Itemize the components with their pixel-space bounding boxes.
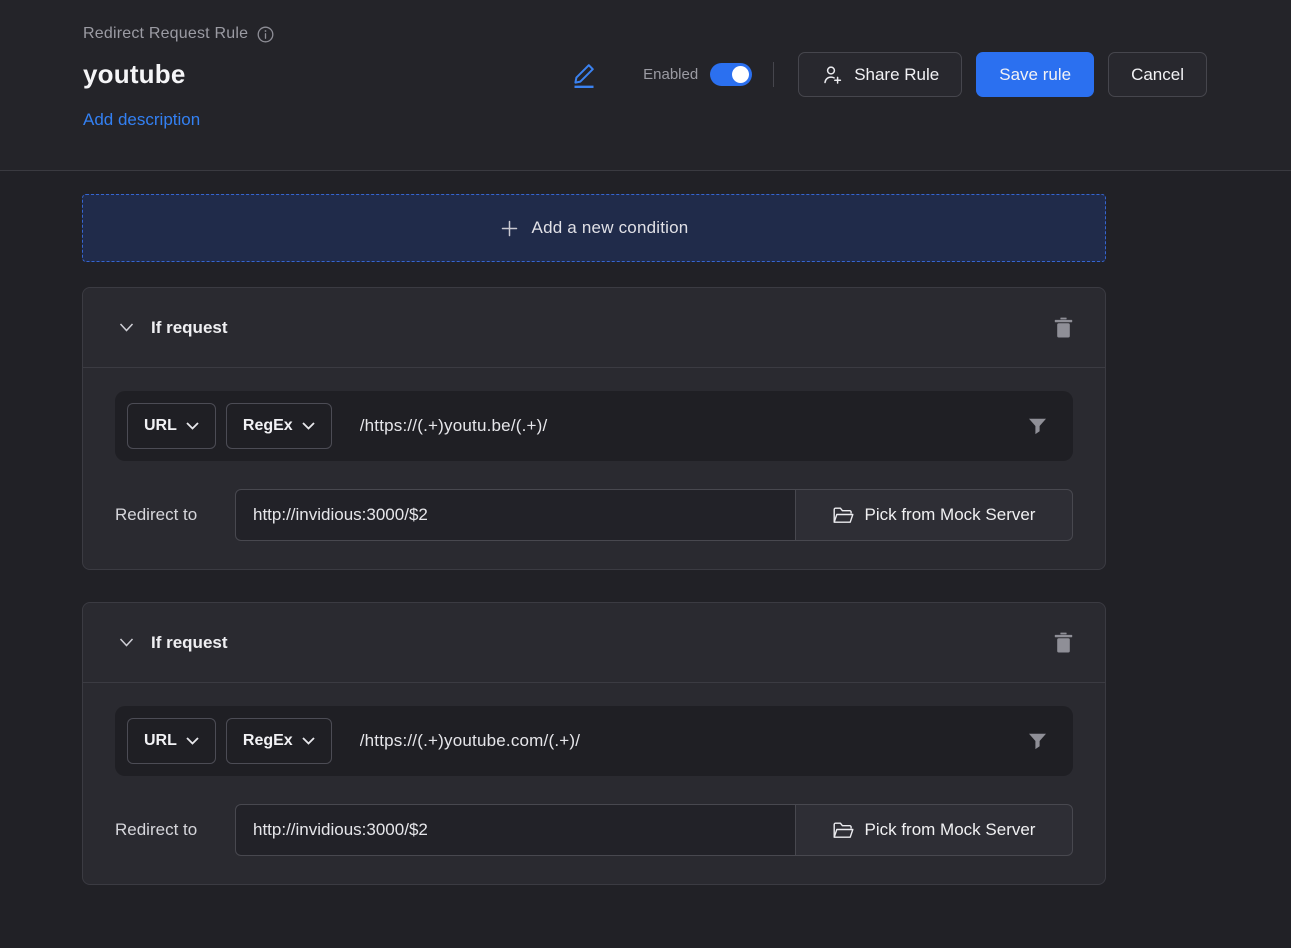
source-value-input[interactable] (360, 731, 1016, 751)
condition-card-header: If request (83, 603, 1105, 683)
chevron-down-icon (186, 737, 199, 745)
folder-open-icon (833, 507, 854, 524)
rule-editor-page: Redirect Request Rule youtube Enable (0, 0, 1291, 885)
destination-url-input[interactable] (235, 804, 796, 856)
destination-group: Pick from Mock Server (235, 489, 1073, 541)
cancel-button[interactable]: Cancel (1108, 52, 1207, 97)
pick-mock-server-label: Pick from Mock Server (865, 820, 1036, 840)
share-rule-label: Share Rule (854, 65, 939, 85)
header-vertical-divider (773, 62, 774, 87)
user-add-icon (821, 64, 843, 86)
redirect-destination-row: Redirect to Pick from Mock Server (115, 489, 1073, 541)
rule-conditions-area: Add a new condition If request (0, 171, 1291, 885)
rule-editor-header: Redirect Request Rule youtube Enable (0, 0, 1291, 171)
source-key-select[interactable]: URL (127, 403, 216, 449)
edit-pencil-icon[interactable] (571, 61, 597, 89)
delete-condition-icon[interactable] (1054, 632, 1073, 653)
if-request-label: If request (151, 318, 228, 338)
plus-icon (500, 219, 519, 238)
condition-card-body: URL RegEx Redirect to (83, 368, 1105, 569)
condition-card-header: If request (83, 288, 1105, 368)
destination-group: Pick from Mock Server (235, 804, 1073, 856)
condition-card-body: URL RegEx Redirect to (83, 683, 1105, 884)
source-filter-icon[interactable] (1028, 733, 1047, 750)
collapse-chevron-icon[interactable] (119, 638, 134, 647)
save-rule-button[interactable]: Save rule (976, 52, 1094, 97)
source-operator-value: RegEx (243, 732, 293, 750)
rule-type-label: Redirect Request Rule (83, 25, 248, 43)
pick-mock-server-button[interactable]: Pick from Mock Server (795, 804, 1073, 856)
destination-url-input[interactable] (235, 489, 796, 541)
add-description-link[interactable]: Add description (83, 110, 200, 130)
source-operator-select[interactable]: RegEx (226, 403, 332, 449)
info-icon[interactable] (257, 26, 274, 43)
delete-condition-icon[interactable] (1054, 317, 1073, 338)
redirect-to-label: Redirect to (115, 505, 235, 525)
share-rule-button[interactable]: Share Rule (798, 52, 962, 97)
pick-mock-server-button[interactable]: Pick from Mock Server (795, 489, 1073, 541)
source-value-input[interactable] (360, 416, 1016, 436)
redirect-destination-row: Redirect to Pick from Mock Server (115, 804, 1073, 856)
if-request-label: If request (151, 633, 228, 653)
pick-mock-server-label: Pick from Mock Server (865, 505, 1036, 525)
save-rule-label: Save rule (999, 65, 1071, 85)
add-condition-button[interactable]: Add a new condition (82, 194, 1106, 262)
condition-card-2: If request URL RegEx (82, 602, 1106, 885)
add-condition-label: Add a new condition (532, 218, 689, 238)
source-key-select[interactable]: URL (127, 718, 216, 764)
chevron-down-icon (302, 422, 315, 430)
source-operator-select[interactable]: RegEx (226, 718, 332, 764)
chevron-down-icon (302, 737, 315, 745)
condition-card-1: If request URL RegEx (82, 287, 1106, 570)
rule-type-row: Redirect Request Rule (83, 25, 1207, 43)
cancel-label: Cancel (1131, 65, 1184, 85)
enabled-toggle[interactable] (710, 63, 752, 86)
source-filter-icon[interactable] (1028, 418, 1047, 435)
rule-name-title[interactable]: youtube (83, 59, 186, 90)
header-controls: Enabled Share Rule (571, 52, 1207, 97)
source-condition-row: URL RegEx (115, 706, 1073, 776)
header-main-row: youtube Enabled (83, 52, 1207, 97)
source-condition-row: URL RegEx (115, 391, 1073, 461)
collapse-chevron-icon[interactable] (119, 323, 134, 332)
source-key-value: URL (144, 732, 177, 750)
chevron-down-icon (186, 422, 199, 430)
source-key-value: URL (144, 417, 177, 435)
toggle-knob (732, 66, 749, 83)
redirect-to-label: Redirect to (115, 820, 235, 840)
source-operator-value: RegEx (243, 417, 293, 435)
folder-open-icon (833, 822, 854, 839)
enabled-label: Enabled (643, 66, 698, 83)
